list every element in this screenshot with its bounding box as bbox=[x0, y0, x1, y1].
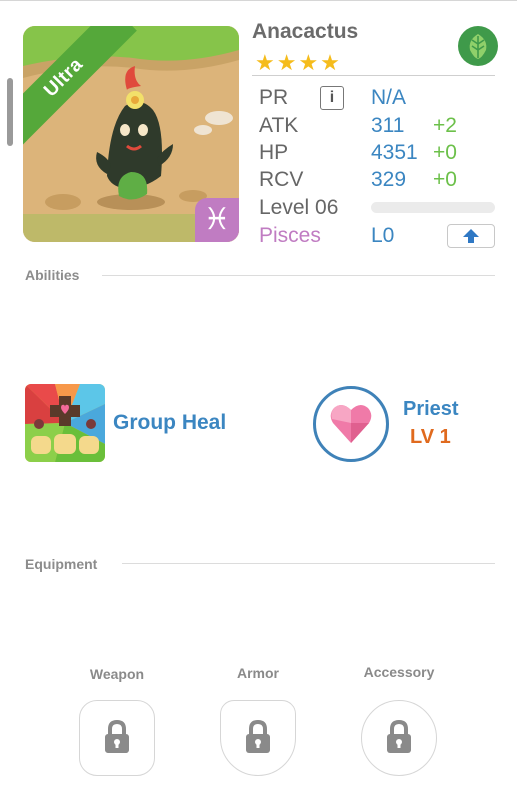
stat-label-rcv: RCV bbox=[259, 168, 304, 191]
equipment-divider bbox=[122, 563, 495, 564]
stat-value-atk: 311 bbox=[371, 114, 405, 137]
star-rating: ★★★★ bbox=[255, 50, 342, 75]
class-name: Priest bbox=[403, 398, 459, 420]
weapon-slot[interactable] bbox=[79, 700, 155, 776]
stat-bonus-hp: +0 bbox=[433, 141, 457, 164]
upgrade-button[interactable] bbox=[447, 224, 495, 248]
priest-class-badge[interactable] bbox=[313, 386, 389, 462]
lock-icon bbox=[105, 719, 129, 753]
accessory-slot-label: Accessory bbox=[363, 664, 435, 680]
stat-value-rcv: 329 bbox=[371, 168, 407, 191]
top-divider bbox=[0, 0, 517, 1]
armor-slot-label: Armor bbox=[236, 665, 279, 681]
lock-icon bbox=[246, 719, 270, 753]
zodiac-level: L0 bbox=[371, 224, 395, 247]
armor-slot[interactable] bbox=[220, 700, 296, 776]
group-heal-icon[interactable] bbox=[25, 384, 105, 462]
scrollbar-thumb[interactable] bbox=[7, 78, 13, 146]
abilities-divider bbox=[102, 275, 495, 276]
accessory-slot[interactable] bbox=[361, 700, 437, 776]
stat-bonus-rcv: +0 bbox=[433, 168, 457, 191]
stat-label-hp: HP bbox=[259, 141, 289, 164]
stat-label-pr: PR bbox=[259, 86, 289, 109]
xp-progress-bar bbox=[371, 202, 495, 213]
stat-value-hp: 4351 bbox=[371, 141, 418, 164]
heart-icon bbox=[330, 404, 372, 443]
abilities-heading: Abilities bbox=[25, 267, 80, 283]
lock-icon bbox=[387, 719, 411, 753]
info-divider bbox=[252, 75, 495, 76]
ability-name[interactable]: Group Heal bbox=[113, 411, 226, 435]
equipment-heading: Equipment bbox=[25, 556, 98, 572]
monster-name: Anacactus bbox=[252, 20, 359, 43]
monster-portrait[interactable]: Ultra ♓ bbox=[23, 26, 239, 242]
pisces-sign-icon: ♓ bbox=[195, 198, 239, 242]
stat-label-atk: ATK bbox=[259, 114, 299, 137]
stat-value-pr: N/A bbox=[371, 86, 407, 109]
level-label: Level 06 bbox=[259, 196, 339, 219]
stat-bonus-atk: +2 bbox=[433, 114, 457, 137]
info-icon[interactable]: i bbox=[320, 86, 344, 110]
class-level: LV 1 bbox=[410, 426, 451, 448]
zodiac-label: Pisces bbox=[259, 224, 321, 247]
arrow-up-icon bbox=[463, 229, 479, 243]
leaf-icon bbox=[458, 26, 498, 66]
weapon-slot-label: Weapon bbox=[89, 666, 145, 682]
